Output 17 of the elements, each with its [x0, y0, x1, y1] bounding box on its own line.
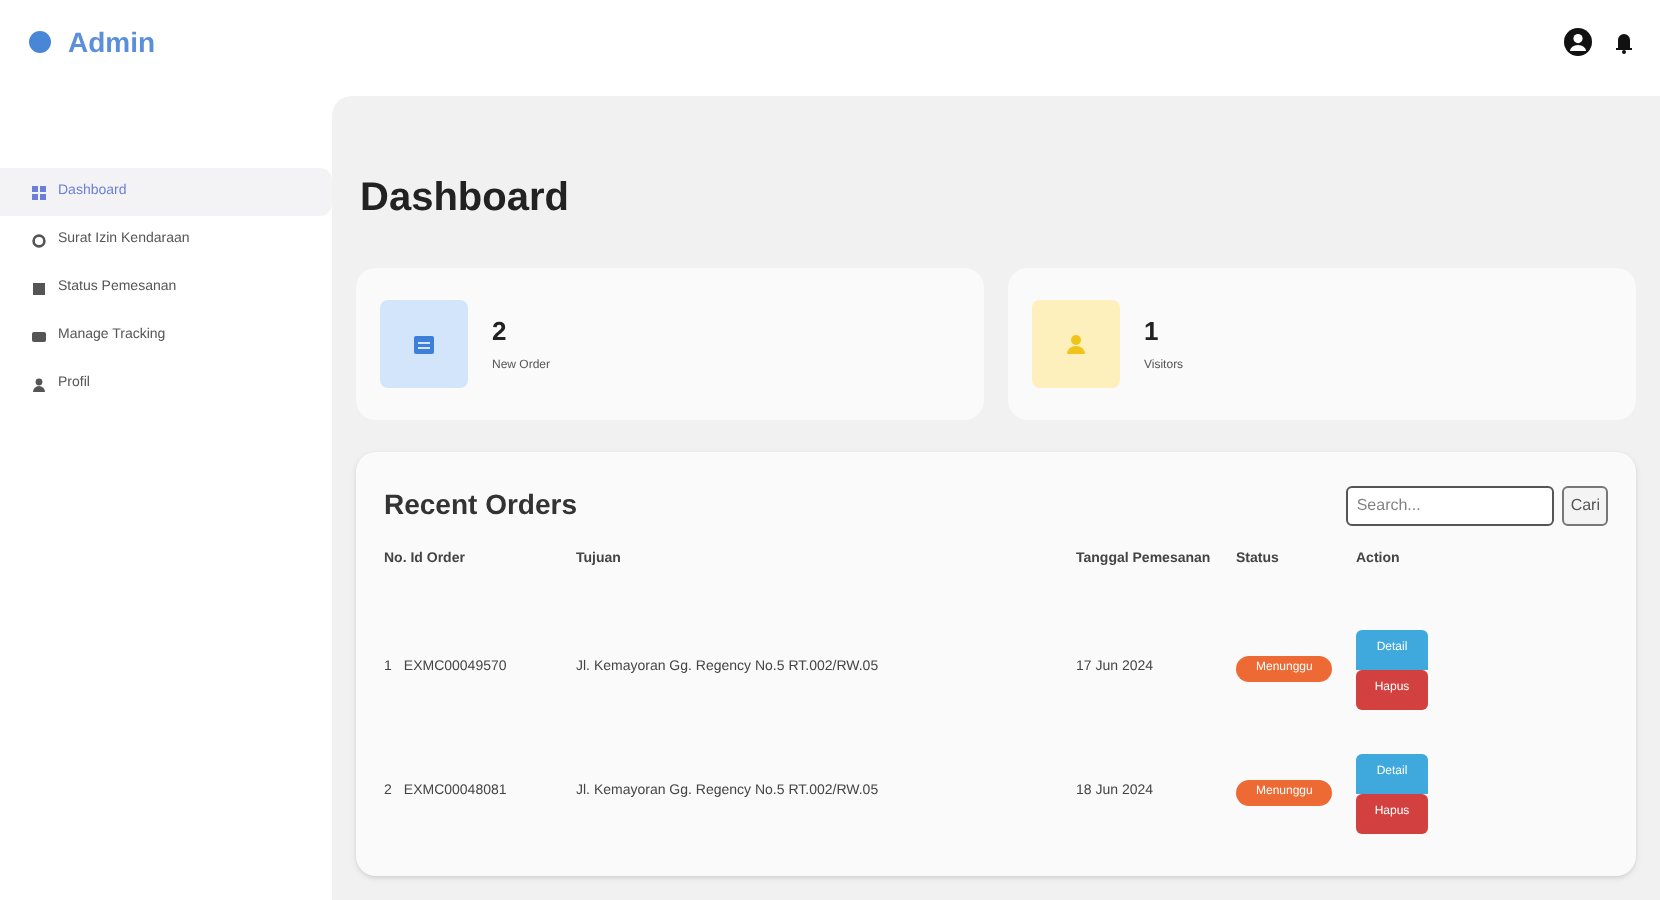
person-icon [32, 377, 46, 391]
square-icon [32, 281, 46, 295]
stat-value: 1 [1144, 314, 1161, 351]
circle-icon [32, 233, 46, 247]
card-icon [32, 329, 46, 343]
logo-icon [28, 30, 52, 54]
page-title: Dashboard [360, 174, 571, 224]
bell-icon[interactable] [1616, 30, 1632, 54]
user-icon[interactable] [1564, 28, 1592, 56]
calendar-icon [380, 300, 468, 388]
grid-icon [32, 185, 46, 199]
person-icon [1032, 300, 1120, 388]
search-field[interactable]: Search... [1346, 485, 1555, 525]
section-title: Recent Orders [384, 486, 577, 524]
search-button[interactable]: Cari [1562, 485, 1608, 525]
stat-value: 2 [492, 314, 509, 351]
brand-title: Admin [68, 23, 156, 61]
